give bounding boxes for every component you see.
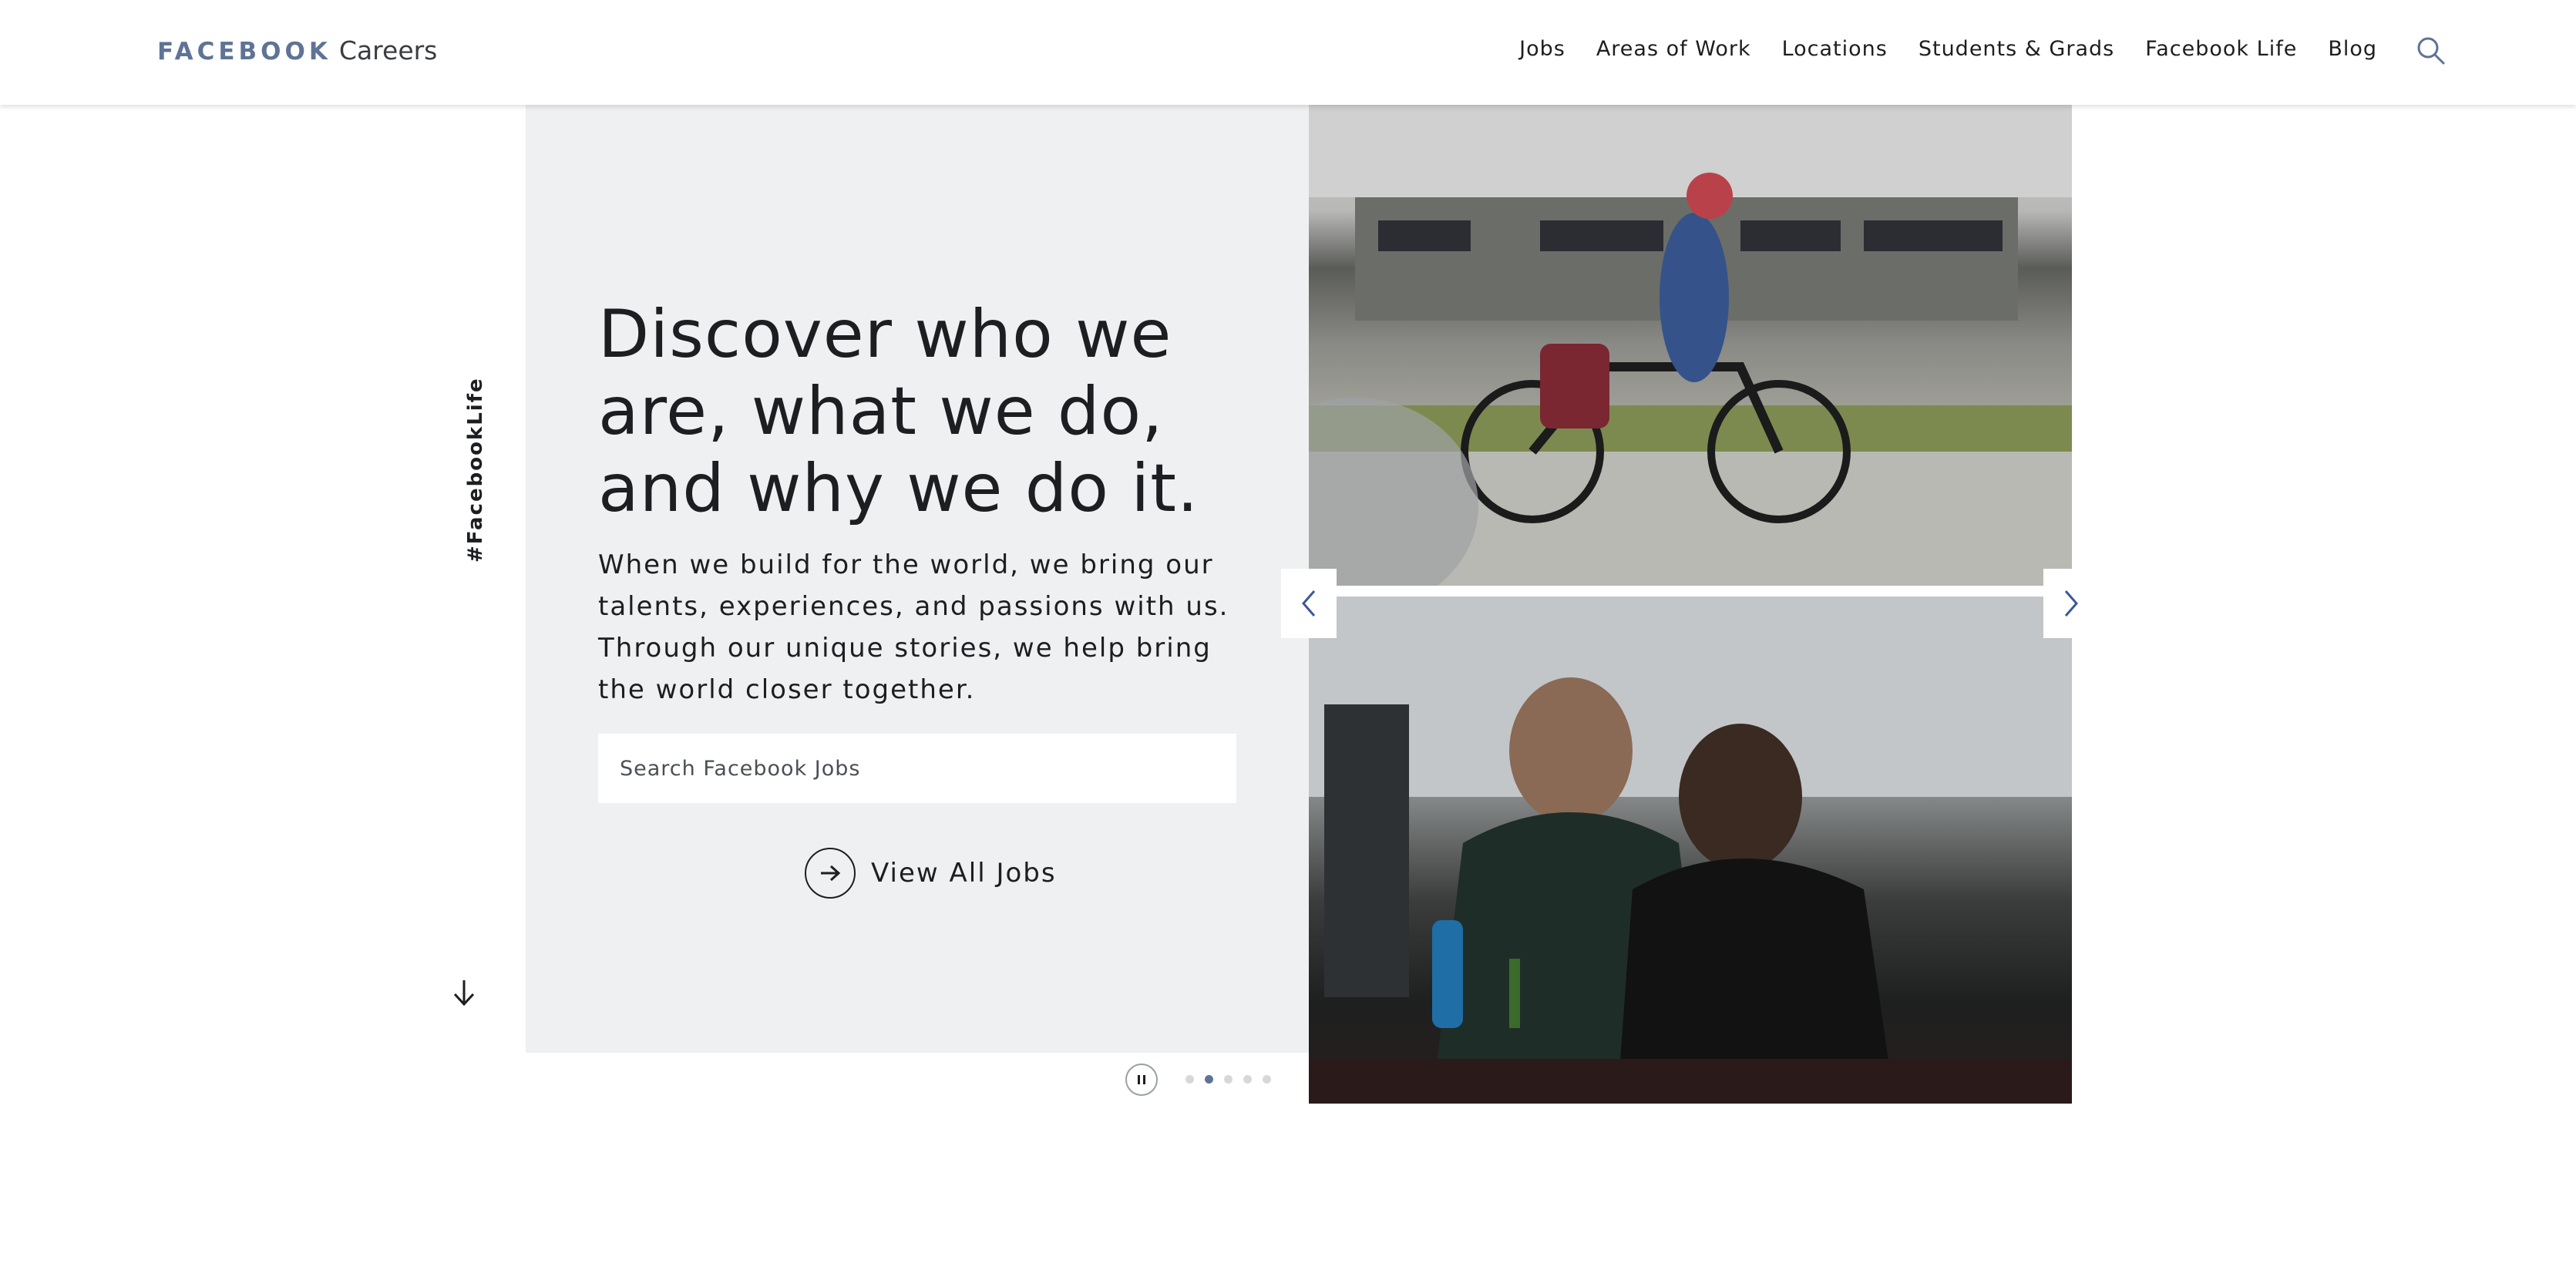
nav-students-grads[interactable]: Students & Grads (1919, 37, 2114, 61)
carousel-dot-4[interactable] (1243, 1075, 1252, 1084)
carousel-dot-1[interactable] (1185, 1075, 1194, 1084)
nav-locations[interactable]: Locations (1782, 37, 1888, 61)
engineers-at-desk-photo (1309, 596, 2072, 1104)
hero-subtext: When we build for the world, we bring ou… (598, 549, 1229, 705)
pause-icon (1138, 1075, 1145, 1084)
main-nav: Jobs Areas of Work Locations Students & … (1488, 37, 2377, 61)
carousel-dot-2[interactable] (1205, 1075, 1213, 1084)
carousel-pause-button[interactable] (1125, 1064, 1158, 1096)
chevron-left-icon (1302, 590, 1316, 617)
facebook-careers-logo[interactable]: FACEBOOK Careers (157, 35, 437, 69)
cyclist-photo (1309, 105, 2072, 586)
arrow-right-icon (805, 848, 856, 899)
carousel-dot-3[interactable] (1224, 1075, 1233, 1084)
facebooklife-tagline: #FacebookLife (464, 377, 487, 563)
logo-sub: Careers (338, 35, 438, 66)
nav-jobs[interactable]: Jobs (1519, 37, 1565, 61)
carousel-next-button[interactable] (2043, 569, 2099, 638)
view-all-jobs-label: View All Jobs (871, 858, 1057, 889)
carousel-prev-button[interactable] (1281, 569, 1337, 638)
view-all-jobs-link[interactable]: View All Jobs (805, 848, 1057, 899)
scroll-down-arrow-icon[interactable] (451, 977, 477, 1008)
nav-areas-of-work[interactable]: Areas of Work (1596, 37, 1751, 61)
site-header: FACEBOOK Careers Jobs Areas of Work Loca… (0, 0, 2576, 105)
search-icon[interactable] (2414, 34, 2448, 68)
logo-brand: FACEBOOK (157, 38, 331, 66)
nav-blog[interactable]: Blog (2328, 37, 2377, 61)
job-search-input[interactable] (598, 734, 1236, 803)
chevron-right-icon (2064, 590, 2078, 617)
nav-facebook-life[interactable]: Facebook Life (2145, 37, 2297, 61)
carousel-dot-5[interactable] (1263, 1075, 1271, 1084)
carousel-dots (1185, 1075, 1282, 1084)
hero-headline: Discover who we are, what we do, and why… (598, 296, 1199, 527)
